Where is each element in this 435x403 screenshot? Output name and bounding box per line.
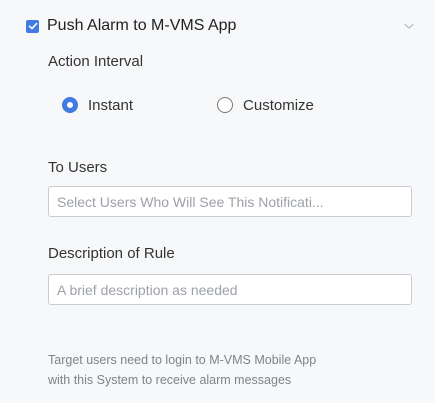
push-alarm-panel: Push Alarm to M-VMS App Action Interval … <box>0 0 435 403</box>
push-alarm-title: Push Alarm to M-VMS App <box>47 17 237 34</box>
radio-option-instant[interactable]: Instant <box>62 97 133 114</box>
description-input[interactable] <box>48 274 412 305</box>
action-interval-radio-group: Instant Customize <box>62 94 314 116</box>
radio-instant[interactable] <box>62 97 78 113</box>
push-alarm-checkbox[interactable] <box>26 19 39 33</box>
push-alarm-header[interactable]: Push Alarm to M-VMS App <box>26 12 421 40</box>
action-interval-label: Action Interval <box>48 53 144 70</box>
checkmark-icon <box>28 22 37 30</box>
hint-line-2: with this System to receive alarm messag… <box>48 373 292 387</box>
chevron-down-icon[interactable] <box>403 21 415 31</box>
select-users-input[interactable] <box>48 186 412 217</box>
to-users-label: To Users <box>48 159 108 176</box>
radio-customize[interactable] <box>217 97 234 113</box>
hint-text: Target users need to login to M-VMS Mobi… <box>48 350 408 390</box>
radio-customize-label: Customize <box>243 96 314 114</box>
radio-instant-label: Instant <box>88 96 134 114</box>
radio-option-customize[interactable]: Customize <box>217 97 314 114</box>
hint-line-1: Target users need to login to M-VMS Mobi… <box>48 353 317 367</box>
description-label: Description of Rule <box>48 245 175 262</box>
